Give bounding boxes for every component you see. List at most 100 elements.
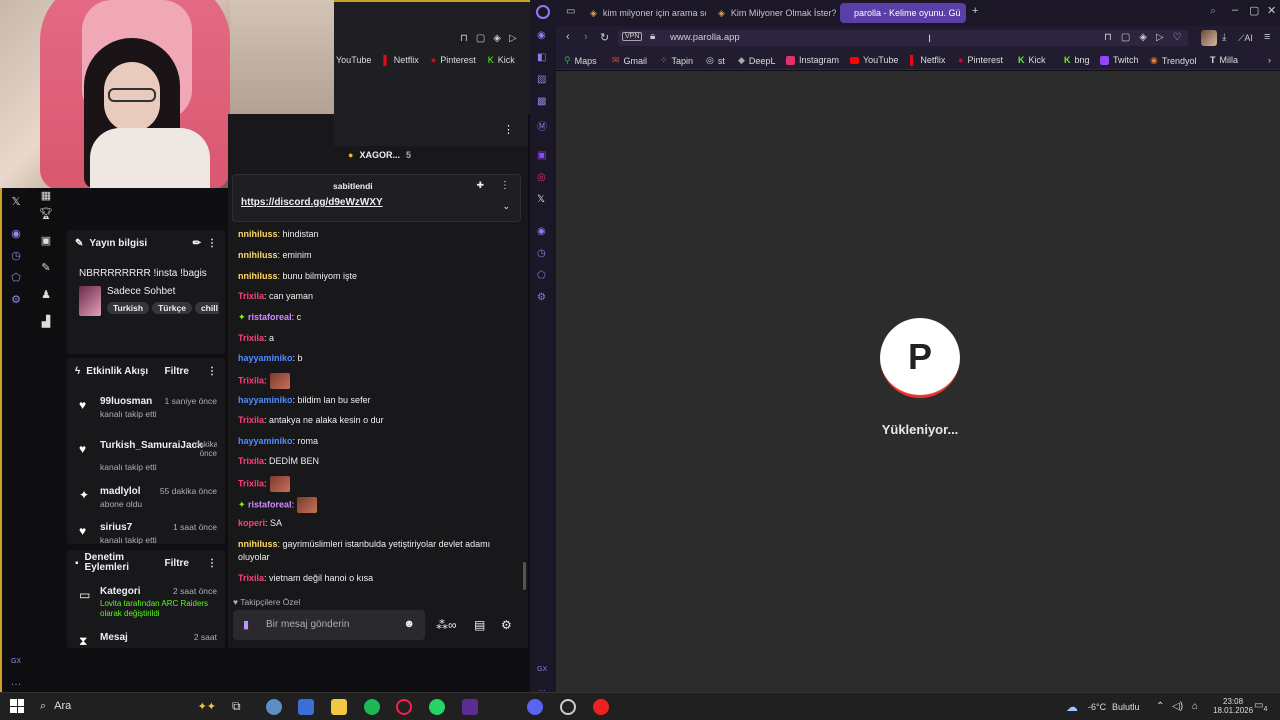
list-item[interactable]: ⧗ Mesaj 2 saat [75,632,221,648]
video-icon[interactable]: ▣ [38,233,54,249]
opera-logo-icon[interactable] [536,5,550,19]
search-icon[interactable]: ⌕ [1210,5,1216,18]
gx-icon[interactable]: GX [8,654,24,670]
bookmark-maps[interactable]: ⚲ Maps [564,55,597,66]
clock[interactable]: 23:08 18.01.2026 [1213,697,1253,715]
list-item[interactable]: ▭ Kategori 2 saat önce Lovita tarafından… [75,586,221,622]
bookmark-deepl[interactable]: ◆ DeepL [738,55,775,66]
windows-start-icon[interactable] [10,699,24,713]
chat-username[interactable]: koperi [238,518,265,528]
vpn-badge[interactable]: VPN [622,32,643,41]
app-icon[interactable] [266,699,282,715]
flow-icon[interactable]: ◉ [537,30,546,41]
instagram-icon[interactable]: ◎ [537,172,546,183]
bookmarks-more-icon[interactable]: › [1268,55,1271,65]
tag[interactable]: Türkçe [152,302,192,314]
chat-username[interactable]: Trixila [238,291,264,301]
tab-kim-milyoner[interactable]: ◈ Kim Milyoner Olmak İster? [710,3,836,23]
settings-icon[interactable]: ⚙ [537,292,546,303]
mic-icon[interactable]: ▮ [243,618,249,631]
chat-username[interactable]: Trixila [238,333,264,343]
trophy-icon[interactable]: 🏆︎ [38,206,54,222]
player-icon[interactable]: ◉ [537,226,546,237]
bookmark-gmail[interactable]: ✉ Gmail [612,55,647,66]
bookmark-kick[interactable]: K Kick [1018,55,1046,65]
app-icon[interactable] [462,699,478,715]
reload-button[interactable]: ↻ [600,31,609,44]
chat-username[interactable]: nnihiluss [238,229,278,239]
tag[interactable]: chill [194,302,219,314]
minimize-button[interactable]: – [1232,4,1238,16]
volume-icon[interactable]: ◁) [1172,701,1183,712]
chat-username[interactable]: Trixila [238,573,264,583]
chat-username[interactable]: Trixila [238,415,264,425]
chat-username[interactable]: nnihiluss [238,271,278,281]
filter-button[interactable]: Filtre [165,366,189,377]
screenshot-icon[interactable]: ▢ [476,33,485,44]
list-item[interactable]: ✦ madlylol 55 dakika önce abone oldu [75,486,221,512]
category-name[interactable]: Sadece Sohbet [107,286,175,297]
filter-button[interactable]: Filtre [165,558,189,569]
pin-icon[interactable]: ✚ [476,180,484,191]
bookmark-netflix[interactable]: ▌ Netflix [383,55,418,65]
avatar[interactable] [1201,30,1217,46]
back-button[interactable]: ‹ [566,31,570,43]
tab-search[interactable]: ◈ kim milyoner için arama so [582,3,706,23]
store-icon[interactable]: ▤ [474,618,485,632]
calculator-icon[interactable] [298,699,314,715]
x-icon[interactable]: 𝕏 [537,194,545,205]
emote-image[interactable] [297,497,318,513]
chat-username[interactable]: nnihiluss [238,539,278,549]
chat-username[interactable]: ristaforeal [248,312,292,322]
emote-image[interactable] [269,476,290,492]
chat-username[interactable]: Trixila [238,456,264,466]
gx-icon[interactable]: GX [537,666,547,673]
chat-username[interactable]: hayyaminiko [238,395,293,405]
new-tab-button[interactable]: + [972,5,978,17]
chat-username[interactable]: hayyaminiko [238,436,293,446]
extensions-icon[interactable]: ⬠ [537,270,546,281]
bookmark-netflix[interactable]: ▌ Netflix [910,55,945,65]
bookmark-icon[interactable]: ⊓ [460,33,468,44]
bookmark-youtube[interactable]: YouTube [850,55,898,65]
hype-leader[interactable]: ● XAGOR... 5 [348,150,411,160]
bookmark-kick[interactable]: K Kick [488,55,515,65]
chat-username[interactable]: Trixila [238,375,264,385]
twitch-icon[interactable]: ▣ [537,150,546,161]
network-icon[interactable]: ⌂ [1192,701,1198,712]
spotify-icon[interactable] [364,699,380,715]
whatsapp-icon[interactable] [429,699,445,715]
maximize-button[interactable]: ▢ [1249,4,1259,17]
users-icon[interactable]: ♟ [38,287,54,303]
emote-image[interactable] [269,373,290,389]
more-icon[interactable]: ⋮ [503,123,514,136]
chat-settings-icon[interactable]: ⚙ [501,618,512,632]
history-icon[interactable]: ◷ [537,248,546,259]
more-icon[interactable]: ⋮ [207,558,217,569]
taskbar-search[interactable]: ⌕ Ara ✦✦ [30,695,230,717]
screenshot-icon[interactable]: ▢ [1121,32,1130,43]
chat-scrollbar[interactable] [523,562,526,590]
ai-button[interactable]: ⟋AI [1238,33,1253,44]
pinned-link[interactable]: https://discord.gg/d9eWzWXY [241,197,383,208]
opera-gx-icon[interactable] [396,699,412,715]
bookmark-twitch[interactable]: Twitch [1100,55,1139,65]
notification-icon[interactable]: ▭4 [1254,700,1267,713]
bookmark-youtube[interactable]: YouTube [336,55,371,65]
bookmark-pinterest[interactable]: ● Pinterest [431,55,476,65]
memory-icon[interactable]: Ⓜ [537,118,547,133]
close-button[interactable]: ✕ [1267,4,1276,17]
chat-icon[interactable]: ▨ [537,74,546,85]
chat-username[interactable]: hayyaminiko [238,353,293,363]
extensions-icon[interactable]: ⬠ [8,270,24,286]
list-item[interactable]: ♥ sirius7 1 saat önce kanalı takip etti [75,522,221,544]
history-icon[interactable]: ◷ [8,248,24,264]
chat-username[interactable]: nnihiluss [238,250,278,260]
bookmark-tapin[interactable]: ⁘ Tapin [660,55,693,66]
pinned-message[interactable]: sabitlendi ✚ ⋮ https://discord.gg/d9eWzW… [232,174,521,222]
edit-icon[interactable]: ✏ [193,238,201,249]
play-icon[interactable]: ▷ [509,33,517,44]
settings-icon[interactable]: ⚙ [8,292,24,308]
url-field[interactable]: VPN 🔒︎ www.parolla.app [618,30,1188,46]
chat-username[interactable]: ristaforeal [248,499,292,509]
